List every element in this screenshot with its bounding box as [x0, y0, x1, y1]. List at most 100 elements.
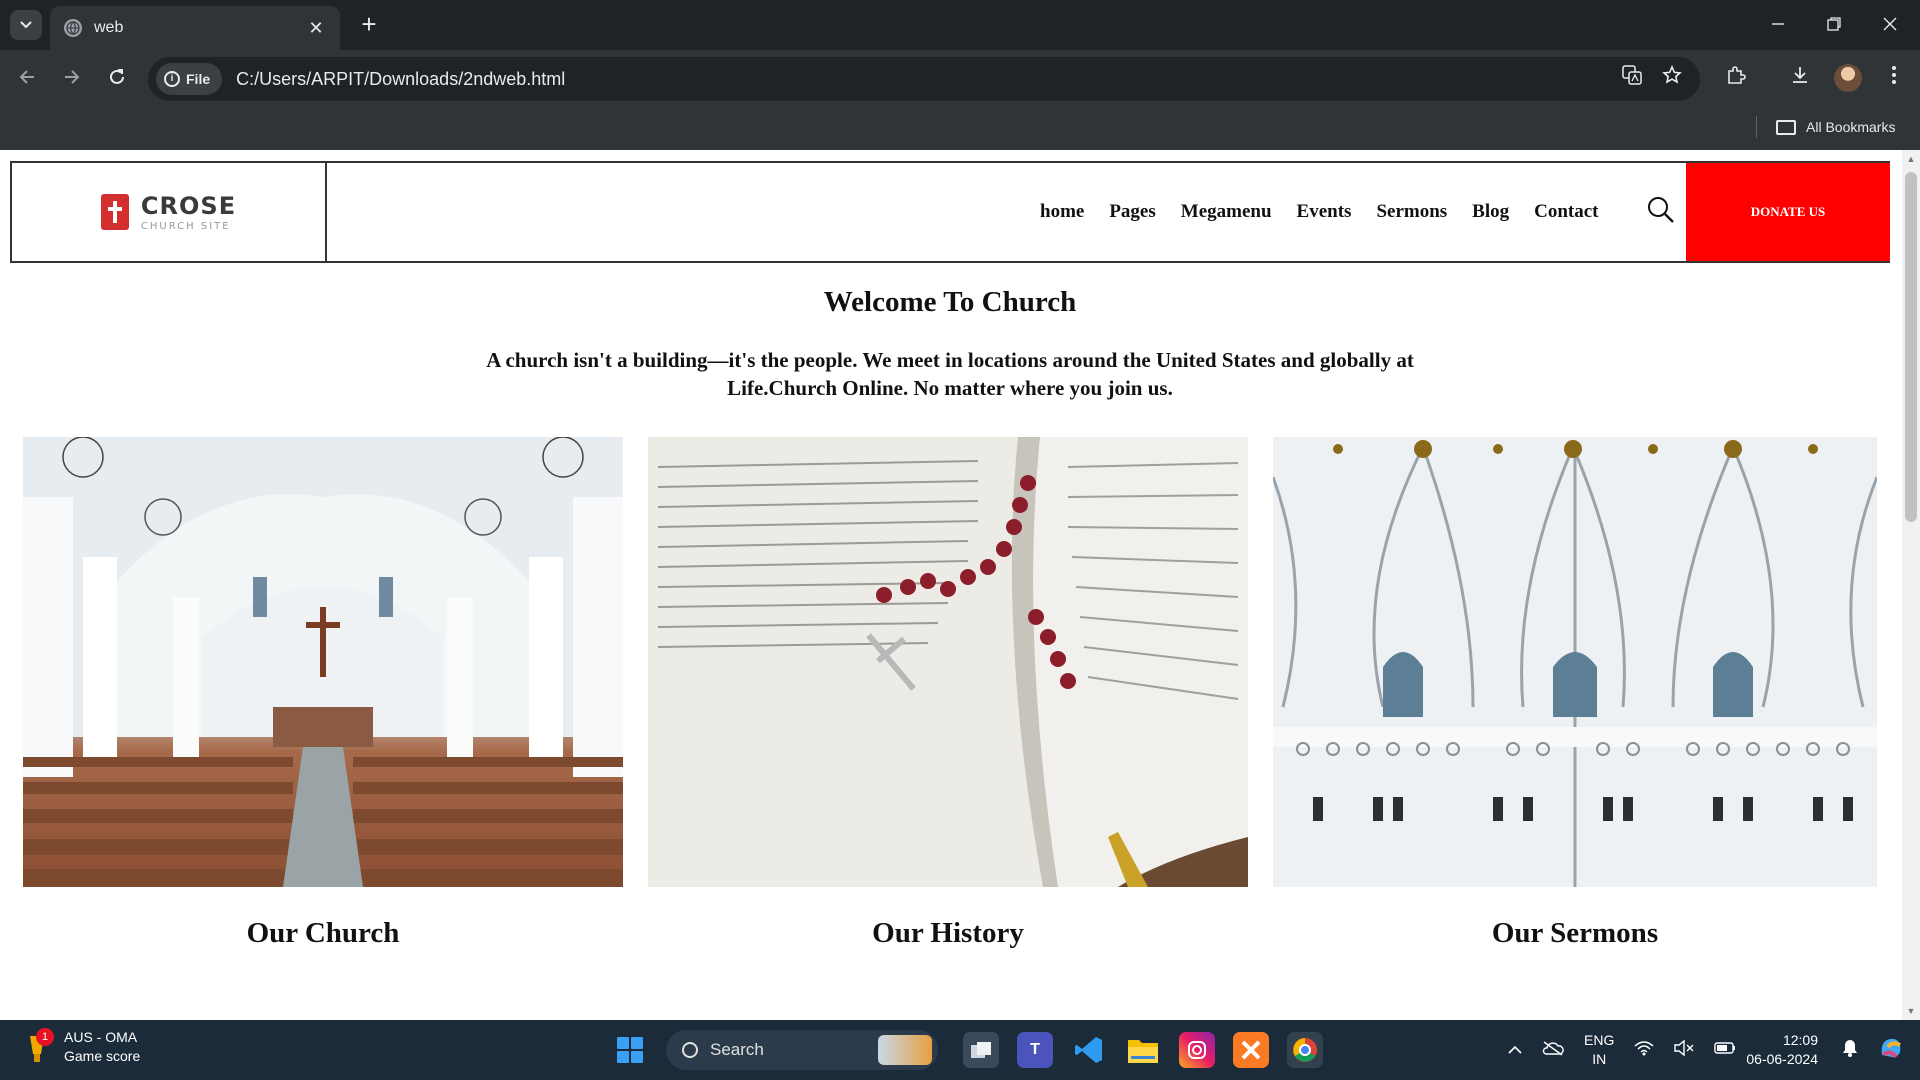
language-top: ENG [1584, 1032, 1615, 1048]
taskbar-search[interactable]: Search [666, 1030, 938, 1070]
profile-avatar[interactable] [1834, 64, 1862, 92]
logo-tagline: CHURCH SITE [140, 220, 231, 232]
taskbar-search-label: Search [710, 1040, 764, 1059]
nav-link-contact[interactable]: Contact [1534, 201, 1598, 223]
site-chip-label: File [186, 71, 211, 87]
vscode-icon[interactable] [1071, 1032, 1107, 1068]
card-caption: Our History [872, 917, 1024, 949]
file-explorer-icon[interactable] [1125, 1032, 1161, 1068]
tab-title: web [94, 19, 124, 36]
translate-icon[interactable] [1612, 63, 1652, 95]
windows-start-icon[interactable] [608, 1028, 652, 1072]
restore-button[interactable] [1806, 8, 1862, 42]
task-view-icon[interactable] [963, 1032, 999, 1068]
card-our-history[interactable]: Our History [648, 437, 1248, 949]
browser-toolbar: i File C:/Users/ARPIT/Downloads/2ndweb.h… [0, 50, 1920, 108]
welcome-text: A church isn't a building—it's the peopl… [486, 348, 1414, 400]
address-bar[interactable]: i File C:/Users/ARPIT/Downloads/2ndweb.h… [148, 57, 1700, 101]
info-icon: i [164, 71, 180, 87]
nav-link-home[interactable]: home [1040, 201, 1084, 223]
windows-taskbar: 1 AUS - OMA Game score Search T ENG IN 1… [0, 1020, 1920, 1080]
copilot-icon[interactable] [1878, 1035, 1904, 1065]
card-caption: Our Church [246, 917, 400, 949]
clock-date: 06-06-2024 [1746, 1051, 1818, 1067]
card-caption: Our Sermons [1491, 917, 1659, 949]
wifi-icon[interactable] [1634, 1040, 1654, 1060]
instagram-icon[interactable] [1179, 1032, 1215, 1068]
back-button[interactable] [10, 62, 44, 96]
trophy-icon: 1 [26, 1028, 54, 1064]
clock-time: 12:09 [1782, 1032, 1818, 1048]
volume-muted-icon[interactable] [1674, 1039, 1694, 1060]
tab-strip: web ✕ + [0, 0, 1920, 50]
system-tray: ENG IN 12:09 06-06-2024 [1498, 1020, 1920, 1080]
all-bookmarks-button[interactable]: All Bookmarks [1776, 114, 1895, 140]
notification-bell-icon[interactable] [1842, 1039, 1858, 1061]
donate-button[interactable]: DONATE US [1686, 163, 1890, 261]
bookmark-star-icon[interactable] [1652, 63, 1692, 95]
menu-kebab-icon[interactable] [1876, 62, 1912, 96]
reload-icon [110, 69, 124, 84]
notification-badge: 1 [36, 1028, 54, 1046]
folder-icon [1776, 119, 1796, 135]
taskbar-apps: Search T [608, 1028, 1332, 1072]
nav-link-pages[interactable]: Pages [1109, 201, 1155, 223]
card-our-sermons[interactable]: Our Sermons [1273, 437, 1877, 949]
arrow-right-icon [65, 70, 80, 84]
reload-button[interactable] [100, 62, 134, 96]
browser-chrome: web ✕ + i File C:/Users/ARPIT/Downloads/… [0, 0, 1920, 150]
main-nav: home Pages Megamenu Events Sermons Blog … [1040, 163, 1624, 261]
globe-icon [64, 19, 82, 37]
nav-link-sermons[interactable]: Sermons [1376, 201, 1447, 223]
download-icon[interactable] [1782, 62, 1818, 96]
minimize-button[interactable] [1750, 8, 1806, 42]
all-bookmarks-label: All Bookmarks [1806, 119, 1896, 135]
forward-button[interactable] [55, 62, 89, 96]
battery-icon[interactable] [1714, 1041, 1736, 1059]
language-indicator[interactable]: ENG IN [1584, 1031, 1614, 1069]
search-icon[interactable] [1646, 195, 1676, 225]
nav-link-events[interactable]: Events [1297, 201, 1352, 223]
card-our-church[interactable]: Our Church [23, 437, 623, 949]
close-window-button[interactable] [1862, 8, 1918, 42]
teams-icon[interactable]: T [1017, 1032, 1053, 1068]
site-header: CROSE CHURCH SITE home Pages Megamenu Ev… [10, 161, 1890, 263]
logo-text: CROSE CHURCH SITE [141, 193, 236, 232]
widget-title: AUS - OMA [64, 1029, 138, 1045]
system-clock[interactable]: 12:09 06-06-2024 [1746, 1031, 1818, 1069]
nav-link-blog[interactable]: Blog [1472, 201, 1509, 223]
cross-logo-icon [100, 194, 129, 230]
new-tab-button[interactable]: + [354, 10, 384, 40]
tab-close-icon[interactable]: ✕ [306, 18, 326, 39]
widget-subtitle: Game score [64, 1048, 141, 1064]
bookmarks-bar: All Bookmarks [0, 108, 1920, 150]
scroll-up-arrow-icon[interactable]: ▲ [1906, 154, 1916, 164]
search-highlight-icon [878, 1035, 932, 1065]
bookmarks-divider [1756, 116, 1757, 138]
scroll-down-arrow-icon[interactable]: ▼ [1906, 1006, 1916, 1016]
welcome-title: Welcome To Church [823, 286, 1077, 318]
chevron-down-icon [20, 21, 32, 29]
site-info-chip[interactable]: i File [156, 63, 223, 95]
site-logo[interactable]: CROSE CHURCH SITE [12, 163, 327, 261]
page-scrollbar[interactable]: ▲ ▼ [1902, 150, 1920, 1020]
onedrive-offline-icon[interactable] [1542, 1040, 1564, 1060]
browser-tab[interactable]: web ✕ [50, 6, 340, 50]
tab-search-button[interactable] [10, 10, 42, 40]
nav-link-megamenu[interactable]: Megamenu [1181, 201, 1272, 223]
bible-rosary-image [648, 437, 1248, 887]
chrome-icon[interactable] [1287, 1032, 1323, 1068]
extensions-icon[interactable] [1718, 62, 1754, 96]
logo-name: CROSE [140, 191, 237, 220]
url-text[interactable]: C:/Users/ARPIT/Downloads/2ndweb.html [236, 69, 1612, 90]
language-bottom: IN [1592, 1051, 1607, 1067]
search-icon [682, 1042, 698, 1058]
xampp-icon[interactable] [1233, 1032, 1269, 1068]
scrollbar-thumb[interactable] [1905, 172, 1917, 522]
news-widget[interactable]: 1 AUS - OMA Game score [26, 1028, 140, 1066]
church-interior-image [23, 437, 623, 887]
page-viewport: CROSE CHURCH SITE home Pages Megamenu Ev… [0, 150, 1920, 1020]
cathedral-ceiling-image [1273, 437, 1877, 887]
show-hidden-icons-chevron-icon[interactable] [1508, 1042, 1522, 1059]
arrow-left-icon [19, 70, 34, 84]
